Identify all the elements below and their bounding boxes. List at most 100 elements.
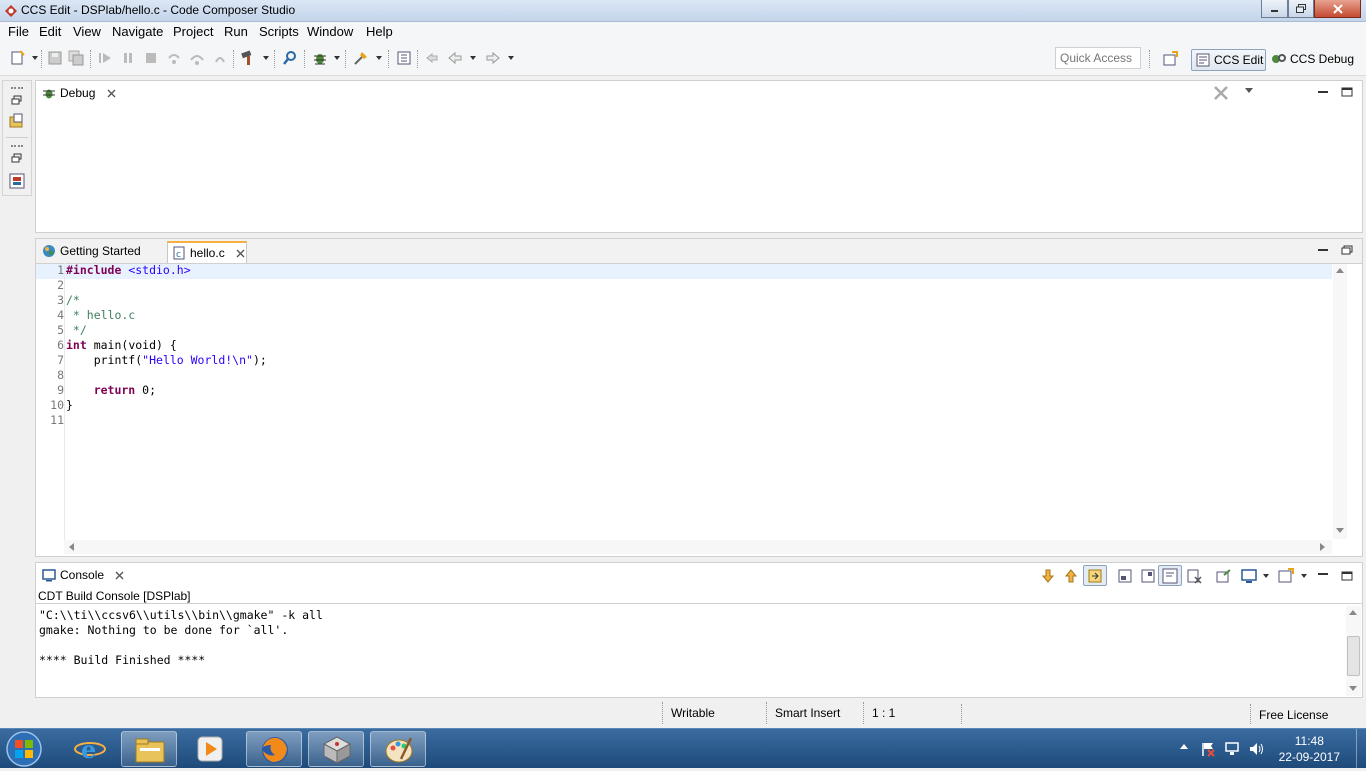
restore-icon[interactable] (11, 95, 23, 105)
trim-handle[interactable] (11, 145, 23, 147)
debug-perspective-icon (1272, 54, 1286, 63)
scroll-down-icon[interactable] (1349, 686, 1357, 691)
terminate-icon[interactable] (143, 50, 159, 66)
save-all-icon[interactable] (68, 50, 84, 66)
console-scrollbar[interactable] (1346, 606, 1361, 696)
new-file-icon[interactable] (10, 50, 26, 66)
menu-edit[interactable]: Edit (39, 24, 61, 39)
paint-palette-icon (385, 737, 413, 763)
tab-hello-c[interactable]: c hello.c (167, 241, 247, 263)
menu-view[interactable]: View (73, 24, 101, 39)
build-dropdown-icon[interactable] (263, 56, 269, 60)
open-perspective-icon[interactable] (1162, 51, 1178, 67)
forward-arrow-icon[interactable] (485, 50, 501, 66)
taskbar-media-player[interactable] (182, 731, 238, 767)
menu-help[interactable]: Help (366, 24, 393, 39)
firefox-icon (262, 737, 288, 763)
outline-view-icon[interactable] (396, 50, 412, 66)
forward-dropdown-icon[interactable] (508, 56, 514, 60)
taskbar-file-explorer[interactable] (121, 731, 177, 767)
flash-tool-icon[interactable] (353, 50, 369, 66)
scroll-right-icon[interactable] (1320, 543, 1325, 551)
display-console-icon[interactable] (1241, 568, 1257, 584)
editor-horizontal-scrollbar[interactable] (64, 540, 1332, 554)
menu-navigate[interactable]: Navigate (112, 24, 163, 39)
code-editor[interactable]: #include <stdio.h> /* * hello.c */int ma… (66, 263, 267, 428)
network-icon[interactable] (1224, 741, 1240, 757)
minimize-view-icon[interactable] (1317, 245, 1329, 255)
action-center-flag-icon[interactable] (1200, 741, 1216, 757)
scroll-up-icon[interactable] (1336, 268, 1344, 273)
maximize-view-icon[interactable] (1341, 87, 1353, 97)
search-icon[interactable] (282, 50, 298, 66)
scroll-up-icon[interactable] (1349, 610, 1357, 615)
tab-getting-started[interactable]: Getting Started (38, 241, 147, 263)
last-edit-location-icon[interactable] (424, 50, 440, 66)
taskbar-internet-explorer[interactable]: e (62, 731, 118, 767)
show-desktop-button[interactable] (1356, 729, 1366, 769)
perspective-ccs-edit[interactable]: CCS Edit (1191, 49, 1266, 71)
scroll-down-icon[interactable] (1336, 528, 1344, 533)
variables-view-icon[interactable] (9, 173, 25, 189)
close-tab-icon[interactable] (115, 571, 124, 580)
menu-file[interactable]: File (8, 24, 29, 39)
volume-icon[interactable] (1248, 741, 1264, 757)
minimize-view-icon[interactable] (1317, 569, 1329, 579)
save-icon[interactable] (47, 50, 63, 66)
scroll-lock-icon[interactable] (1117, 568, 1133, 584)
close-tab-icon[interactable] (107, 89, 116, 98)
project-explorer-icon[interactable] (9, 113, 25, 129)
minimize-view-icon[interactable] (1317, 87, 1329, 97)
menu-run[interactable]: Run (224, 24, 248, 39)
restore-icon[interactable] (11, 153, 23, 163)
menu-scripts[interactable]: Scripts (259, 24, 299, 39)
editor-vertical-scrollbar[interactable] (1333, 264, 1347, 539)
link-console-toggle[interactable] (1083, 565, 1107, 586)
step-into-icon[interactable] (166, 50, 182, 66)
flash-dropdown-icon[interactable] (376, 56, 382, 60)
scroll-left-icon[interactable] (69, 543, 74, 551)
show-hidden-icons-icon[interactable] (1180, 744, 1188, 749)
close-window-button[interactable] (1314, 0, 1361, 18)
next-error-icon[interactable] (1040, 568, 1056, 584)
debug-bug-icon[interactable] (312, 50, 328, 66)
previous-error-icon[interactable] (1063, 568, 1079, 584)
trim-handle[interactable] (11, 87, 23, 89)
minimize-window-button[interactable] (1261, 0, 1288, 18)
taskbar-code-composer-studio[interactable] (308, 731, 364, 767)
build-hammer-icon[interactable] (240, 50, 256, 66)
restore-view-icon[interactable] (1341, 245, 1353, 255)
open-console-new-icon[interactable] (1216, 568, 1232, 584)
taskbar-paint[interactable] (370, 731, 426, 767)
step-over-icon[interactable] (189, 50, 205, 66)
debug-dropdown-icon[interactable] (334, 56, 340, 60)
word-wrap-toggle[interactable] (1158, 565, 1182, 586)
perspective-ccs-debug[interactable]: CCS Debug (1268, 49, 1354, 71)
step-return-icon[interactable] (212, 50, 228, 66)
taskbar-firefox[interactable] (246, 731, 302, 767)
open-console-icon[interactable] (1278, 568, 1294, 584)
suspend-icon[interactable] (120, 50, 136, 66)
resume-icon[interactable] (97, 50, 113, 66)
maximize-window-button[interactable] (1288, 0, 1314, 18)
new-dropdown-icon[interactable] (32, 56, 38, 60)
back-arrow-icon[interactable] (447, 50, 463, 66)
windows-taskbar: e 11:48 22-09-2017 (0, 728, 1366, 769)
back-dropdown-icon[interactable] (470, 56, 476, 60)
display-console-dropdown-icon[interactable] (1263, 574, 1269, 578)
menu-window[interactable]: Window (307, 24, 353, 39)
close-tab-icon[interactable] (236, 249, 245, 258)
clear-console-icon[interactable] (1186, 568, 1202, 584)
menu-project[interactable]: Project (173, 24, 213, 39)
tab-debug[interactable]: Debug (38, 83, 122, 105)
start-button[interactable] (4, 730, 46, 768)
view-menu-icon[interactable] (1245, 88, 1253, 93)
maximize-view-icon[interactable] (1341, 571, 1353, 581)
open-console-dropdown-icon[interactable] (1301, 574, 1307, 578)
tab-console[interactable]: Console (38, 565, 130, 587)
quick-access-input[interactable] (1055, 47, 1141, 69)
pin-console-icon[interactable] (1140, 568, 1156, 584)
remove-terminated-icon[interactable] (1213, 85, 1229, 101)
scroll-thumb[interactable] (1347, 636, 1360, 676)
system-clock[interactable]: 11:48 22-09-2017 (1279, 733, 1340, 765)
